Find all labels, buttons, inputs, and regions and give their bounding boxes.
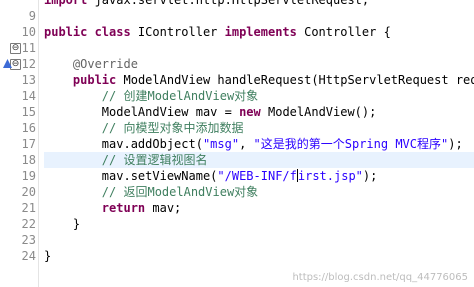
gutter-row: 15: [8, 104, 38, 120]
line-number: 16: [21, 121, 36, 135]
code-token: public: [72, 73, 117, 87]
line-number: 24: [21, 249, 36, 263]
gutter-row: 21: [8, 200, 38, 216]
line-number: 13: [21, 73, 36, 87]
line-number-gutter: 9 10 11 ⊖ 12 ⊖ 13 14 15 16 17 18 19 20 21 22 23 24: [3, 0, 38, 287]
code-line[interactable]: // 创建ModelAndView对象: [44, 88, 258, 104]
code-token: irst.jsp": [297, 169, 363, 183]
fold-collapse-icon[interactable]: ⊖: [10, 43, 21, 54]
code-token: "这是我的第一个Spring MVC程序": [253, 137, 449, 151]
code-line[interactable]: import javax.servlet.http.HttpServletReq…: [44, 0, 369, 8]
line-number: 22: [21, 217, 36, 231]
code-token: IController: [130, 25, 225, 39]
code-token: }: [44, 217, 81, 231]
line-number: 23: [21, 233, 36, 247]
code-token: ModelAndView mav =: [44, 105, 240, 119]
line-number: 14: [21, 89, 36, 103]
gutter-row: 9: [8, 8, 38, 24]
code-line[interactable]: }: [44, 216, 80, 232]
line-number: 18: [21, 153, 36, 167]
code-line[interactable]: @Override: [44, 56, 138, 72]
code-token: );: [448, 137, 463, 151]
code-line[interactable]: mav.addObject("msg", "这是我的第一个Spring MVC程…: [44, 136, 463, 152]
annotation-ruler: [0, 0, 8, 287]
line-number: 17: [21, 137, 36, 151]
gutter-row: 18: [8, 152, 38, 168]
gutter-row: 22: [8, 216, 38, 232]
code-token: // 创建ModelAndView对象: [44, 89, 259, 103]
code-token: import: [44, 0, 88, 7]
code-line[interactable]: public class IController implements Cont…: [44, 24, 391, 40]
code-line[interactable]: // 向模型对象中添加数据: [44, 120, 244, 136]
gutter-row: 17: [8, 136, 38, 152]
line-number: 20: [21, 185, 36, 199]
code-token: // 向模型对象中添加数据: [44, 121, 244, 135]
override-marker-icon[interactable]: [2, 58, 13, 69]
line-number: 19: [21, 169, 36, 183]
code-token: ,: [239, 137, 254, 151]
code-token: "msg": [202, 137, 240, 151]
line-number: 21: [21, 201, 36, 215]
gutter-row: 20: [8, 184, 38, 200]
gutter-separator: [38, 0, 39, 287]
line-number: 10: [21, 25, 36, 39]
code-token: ModelAndView handleRequest(HttpServletRe…: [123, 73, 474, 87]
code-token: @Override: [44, 57, 138, 71]
gutter-row: 19: [8, 168, 38, 184]
gutter-row: 14: [8, 88, 38, 104]
code-token: new: [239, 105, 261, 119]
code-token: mav;: [145, 201, 182, 215]
gutter-row: 10: [8, 24, 38, 40]
code-token: );: [362, 169, 378, 183]
code-token: // 设置逻辑视图名: [44, 153, 208, 167]
line-number: 9: [28, 9, 36, 23]
code-line[interactable]: return mav;: [44, 200, 181, 216]
code-editor[interactable]: 9 10 11 ⊖ 12 ⊖ 13 14 15 16 17 18 19 20 21 22 23 24 import…: [0, 0, 474, 287]
code-line[interactable]: }: [44, 248, 51, 264]
gutter-row: 12 ⊖: [3, 56, 38, 72]
code-token: implements: [224, 25, 297, 39]
gutter-row: 16: [8, 120, 38, 136]
gutter-row: 24: [8, 248, 38, 264]
code-token: Controller {: [296, 25, 391, 39]
code-line[interactable]: // 返回ModelAndView对象: [44, 184, 258, 200]
code-token: mav.addObject(: [44, 137, 203, 151]
code-token: "/WEB-INF/f: [217, 169, 297, 183]
code-token: ModelAndView();: [260, 105, 377, 119]
code-line[interactable]: public ModelAndView handleRequest(HttpSe…: [44, 72, 474, 88]
code-token: public class: [44, 25, 131, 39]
gutter-row: 13: [8, 72, 38, 88]
code-token: }: [44, 249, 52, 263]
code-area[interactable]: import javax.servlet.http.HttpServletReq…: [44, 0, 474, 287]
code-line[interactable]: // 设置逻辑视图名: [44, 152, 474, 168]
code-token: return: [101, 201, 146, 215]
code-line[interactable]: ModelAndView mav = new ModelAndView();: [44, 104, 377, 120]
code-token: mav.setViewName(: [44, 169, 218, 183]
line-number: 15: [21, 105, 36, 119]
code-line[interactable]: mav.setViewName("/WEB-INF/first.jsp");: [44, 168, 377, 184]
gutter-row: 11 ⊖: [8, 40, 38, 56]
code-token: // 返回ModelAndView对象: [44, 185, 259, 199]
code-token: javax.servlet.http.HttpServletRequest;: [87, 0, 370, 7]
watermark: https://blog.csdn.net/qq_44776065: [292, 272, 468, 283]
gutter-row: 23: [8, 232, 38, 248]
